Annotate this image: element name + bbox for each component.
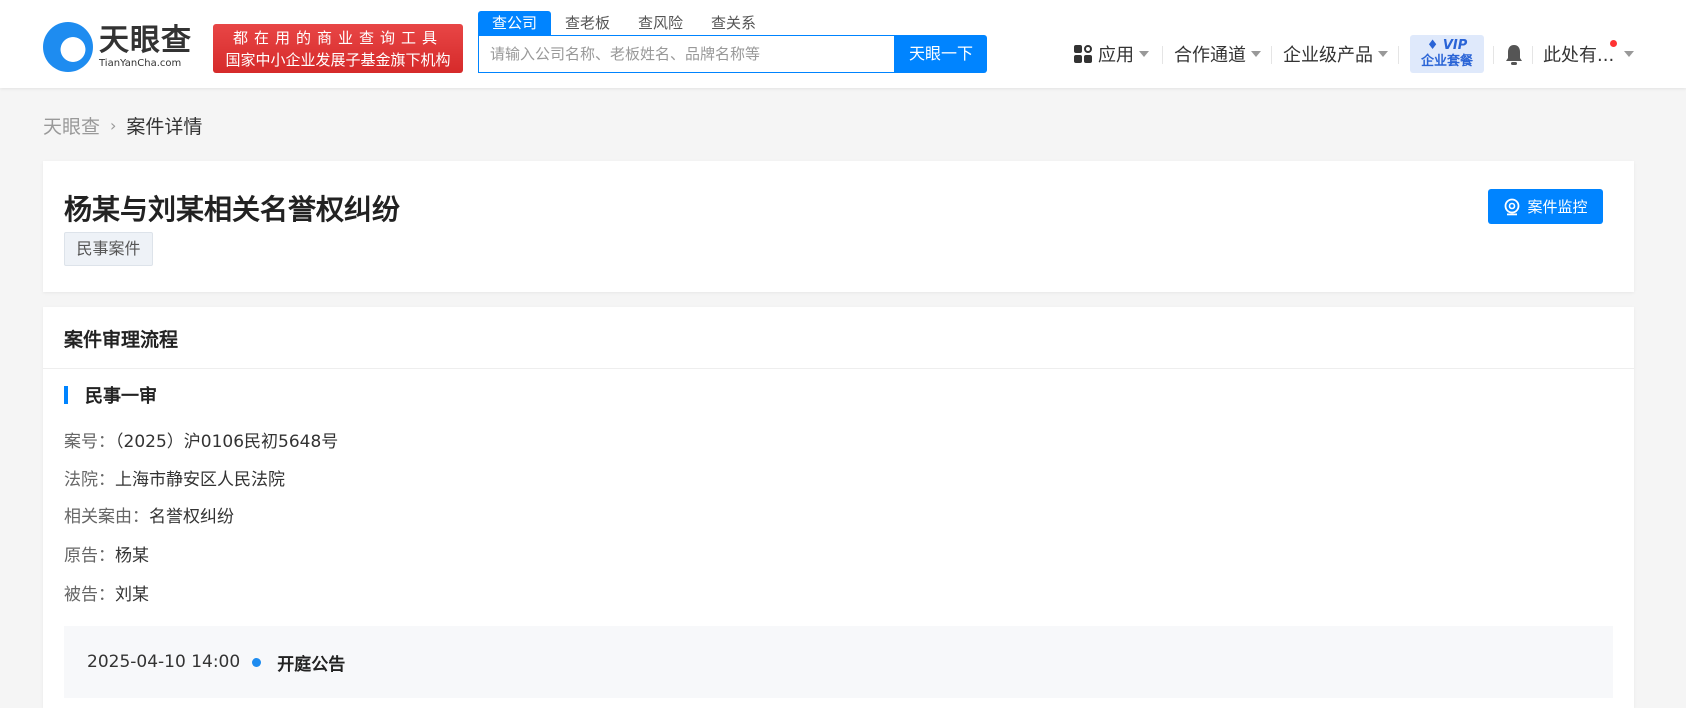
divider bbox=[1398, 46, 1399, 64]
field-value: 刘某 bbox=[115, 585, 149, 605]
divider bbox=[1162, 46, 1163, 64]
field-value: 杨某 bbox=[115, 546, 149, 566]
banner-line2: 国家中小企业发展子基金旗下机构 bbox=[225, 51, 451, 69]
notification-dot bbox=[1610, 40, 1617, 47]
case-monitor-label: 案件监控 bbox=[1527, 198, 1588, 216]
caret-down-icon bbox=[1251, 51, 1261, 57]
field-value: 名誉权纠纷 bbox=[149, 507, 234, 527]
tab-company[interactable]: 查公司 bbox=[478, 11, 552, 35]
stage-title: 民事一审 bbox=[64, 384, 157, 407]
bell-icon[interactable] bbox=[1504, 44, 1524, 66]
user-name: 此处有... bbox=[1543, 45, 1615, 66]
field-label: 相关案由： bbox=[64, 507, 149, 527]
breadcrumb: 天眼查 › 案件详情 bbox=[43, 112, 202, 139]
tab-relation[interactable]: 查关系 bbox=[697, 11, 770, 35]
nav-apps[interactable]: 应用 bbox=[1074, 40, 1149, 68]
nav-apps-label: 应用 bbox=[1098, 45, 1134, 66]
search-input[interactable]: 请输入公司名称、老板姓名、品牌名称等 bbox=[478, 35, 895, 73]
nav-enterprise[interactable]: 企业级产品 bbox=[1283, 40, 1388, 68]
logo-domain: TianYanCha.com bbox=[99, 57, 182, 69]
logo-name: 天眼查 bbox=[99, 22, 192, 58]
logo[interactable]: 天眼查 TianYanCha.com bbox=[43, 22, 192, 72]
nav-partner-label: 合作通道 bbox=[1174, 45, 1246, 66]
tab-risk[interactable]: 查风险 bbox=[624, 11, 697, 35]
accent-bar bbox=[64, 386, 68, 404]
section-title: 案件审理流程 bbox=[64, 329, 179, 351]
stage-label: 民事一审 bbox=[85, 386, 157, 407]
field-label: 法院： bbox=[64, 470, 115, 490]
divider bbox=[43, 368, 1634, 369]
chevron-right-icon: › bbox=[110, 116, 117, 135]
event-time: 2025-04-10 14:00 bbox=[87, 652, 241, 672]
breadcrumb-current: 案件详情 bbox=[126, 116, 203, 138]
tab-boss[interactable]: 查老板 bbox=[551, 11, 624, 35]
field-court: 法院：上海市静安区人民法院 bbox=[64, 465, 285, 490]
caret-down-icon bbox=[1624, 51, 1635, 57]
breadcrumb-home[interactable]: 天眼查 bbox=[43, 112, 100, 139]
field-case-number: 案号：（2025）沪0106民初5648号 bbox=[64, 427, 338, 452]
field-value: 上海市静安区人民法院 bbox=[115, 470, 285, 490]
vip-enterprise-button[interactable]: ♦ VIP 企业套餐 bbox=[1410, 35, 1484, 73]
timeline-dot-icon bbox=[252, 657, 262, 667]
camera-icon bbox=[1505, 198, 1520, 215]
event-title[interactable]: 开庭公告 bbox=[277, 650, 345, 675]
apps-grid-icon bbox=[1074, 45, 1092, 63]
top-header: 天眼查 TianYanCha.com 都在用的商业查询工具 国家中小企业发展子基… bbox=[0, 0, 1686, 88]
field-label: 案号： bbox=[64, 432, 115, 452]
page-title: 杨某与刘某相关名誉权纠纷 bbox=[64, 193, 401, 226]
vip-label: VIP bbox=[1442, 38, 1468, 53]
case-type-badge: 民事案件 bbox=[64, 232, 153, 266]
case-monitor-button[interactable]: 案件监控 bbox=[1488, 189, 1603, 224]
vip-package-label: 企业套餐 bbox=[1420, 54, 1473, 69]
field-value: （2025）沪0106民初5648号 bbox=[115, 432, 339, 452]
promo-banner: 都在用的商业查询工具 国家中小企业发展子基金旗下机构 bbox=[213, 24, 463, 73]
divider bbox=[1271, 46, 1272, 64]
field-plaintiff: 原告：杨某 bbox=[64, 541, 149, 566]
divider bbox=[1493, 46, 1494, 64]
logo-icon bbox=[43, 22, 93, 72]
timeline-event: 2025-04-10 14:00 开庭公告 bbox=[64, 626, 1613, 698]
banner-line1: 都在用的商业查询工具 bbox=[232, 29, 443, 47]
field-label: 原告： bbox=[64, 546, 115, 566]
diamond-icon: ♦ bbox=[1426, 38, 1443, 53]
user-menu[interactable]: 此处有... bbox=[1543, 40, 1635, 68]
field-label: 被告： bbox=[64, 585, 115, 605]
caret-down-icon bbox=[1139, 51, 1149, 57]
nav-partner[interactable]: 合作通道 bbox=[1174, 40, 1261, 68]
search-button[interactable]: 天眼一下 bbox=[895, 35, 987, 73]
field-defendant: 被告：刘某 bbox=[64, 580, 149, 605]
nav-enterprise-label: 企业级产品 bbox=[1283, 45, 1373, 66]
search-tabs: 查公司 查老板 查风险 查关系 bbox=[478, 11, 770, 35]
caret-down-icon bbox=[1378, 51, 1388, 57]
divider bbox=[1532, 46, 1533, 64]
field-cause: 相关案由：名誉权纠纷 bbox=[64, 502, 234, 527]
